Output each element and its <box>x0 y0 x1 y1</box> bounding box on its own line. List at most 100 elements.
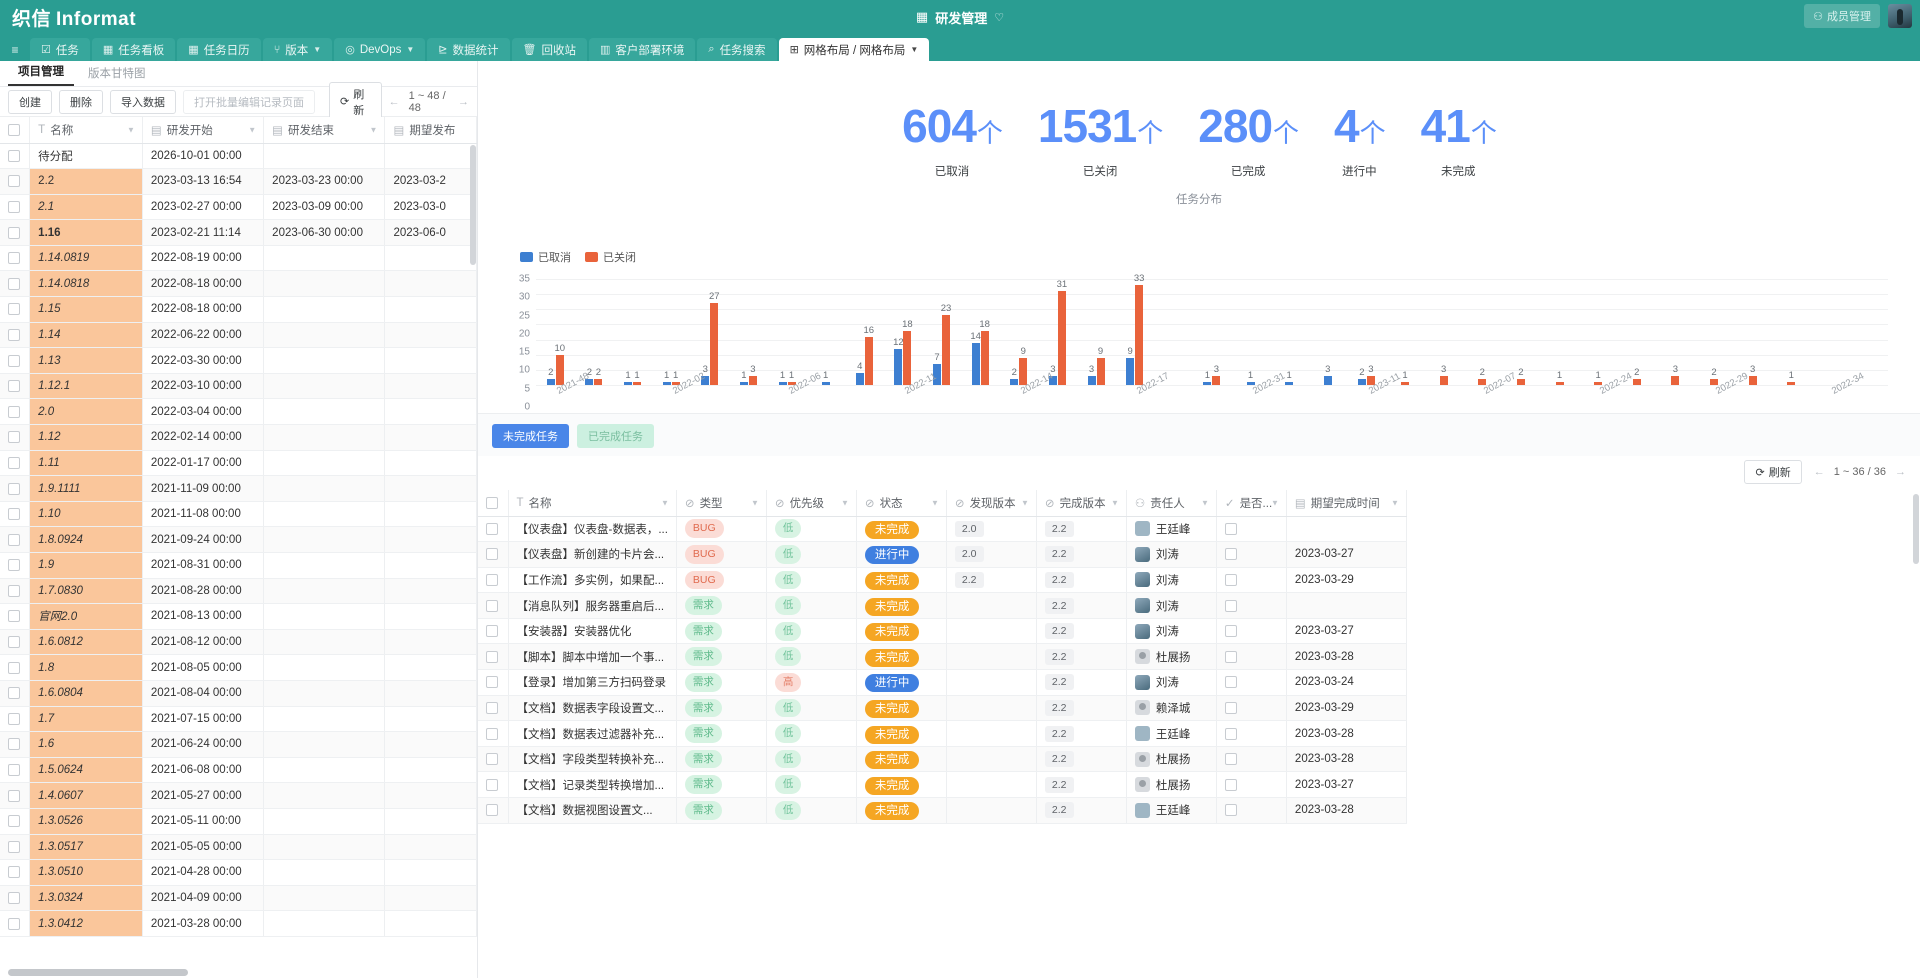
cell-found-version[interactable] <box>946 644 1036 670</box>
bar-group[interactable]: 1 <box>1231 279 1270 385</box>
cell-expected-release[interactable] <box>385 553 477 579</box>
table-row[interactable]: 1.14.08182022-08-18 00:00 <box>0 271 477 297</box>
bar-group[interactable]: 1 <box>1270 279 1309 385</box>
cell-dev-end[interactable] <box>264 860 385 886</box>
cell-due-date[interactable]: 2023-03-27 <box>1286 618 1406 644</box>
flag-checkbox[interactable] <box>1225 651 1237 663</box>
cell-found-version[interactable] <box>946 695 1036 721</box>
bar[interactable]: 10 <box>556 355 564 385</box>
chevron-down-icon[interactable]: ▼ <box>127 125 135 134</box>
cell-dev-end[interactable] <box>264 680 385 706</box>
cell-expected-release[interactable] <box>385 732 477 758</box>
cell-name[interactable]: 官网2.0 <box>30 604 143 630</box>
avatar[interactable] <box>1888 4 1912 28</box>
cell-owner[interactable]: 王廷峰 <box>1126 798 1216 824</box>
row-select-cell[interactable] <box>0 783 30 809</box>
tasks-column-owner[interactable]: ⚇责任人▼ <box>1126 490 1216 516</box>
cell-priority[interactable]: 低 <box>766 516 856 542</box>
cell-status[interactable]: 未完成 <box>856 516 946 542</box>
table-row[interactable]: 【工作流】多实例，如果配...BUG低未完成2.22.2刘涛2023-03-29 <box>478 567 1406 593</box>
cell-due-date[interactable]: 2023-03-29 <box>1286 695 1406 721</box>
chevron-down-icon[interactable]: ▼ <box>931 498 939 507</box>
cell-type[interactable]: 需求 <box>676 772 766 798</box>
delete-button[interactable]: 删除 <box>59 90 103 114</box>
row-checkbox[interactable] <box>8 585 20 597</box>
row-select-cell[interactable] <box>0 757 30 783</box>
cell-due-date[interactable]: 2023-03-24 <box>1286 670 1406 696</box>
cell-dev-start[interactable]: 2022-02-14 00:00 <box>142 425 263 451</box>
cell-dev-start[interactable]: 2022-03-04 00:00 <box>142 399 263 425</box>
cell-status[interactable]: 进行中 <box>856 670 946 696</box>
cell-name[interactable]: 1.9.1111 <box>30 476 143 502</box>
row-checkbox[interactable] <box>486 804 498 816</box>
cell-found-version[interactable]: 2.0 <box>946 542 1036 568</box>
bar-group[interactable] <box>1154 279 1193 385</box>
row-checkbox[interactable] <box>486 574 498 586</box>
bar[interactable]: 3 <box>1671 376 1679 385</box>
cell-found-version[interactable] <box>946 593 1036 619</box>
row-select-cell[interactable] <box>0 373 30 399</box>
cell-dev-start[interactable]: 2021-07-15 00:00 <box>142 706 263 732</box>
row-select-cell[interactable] <box>478 618 508 644</box>
cell-dev-start[interactable]: 2021-11-09 00:00 <box>142 476 263 502</box>
cell-due-date[interactable]: 2023-03-28 <box>1286 746 1406 772</box>
cell-type[interactable]: 需求 <box>676 798 766 824</box>
cell-expected-release[interactable] <box>385 271 477 297</box>
cell-status[interactable]: 未完成 <box>856 644 946 670</box>
row-checkbox[interactable] <box>8 431 20 443</box>
cell-done-version[interactable]: 2.2 <box>1036 746 1126 772</box>
notification-icon[interactable]: ♡ <box>994 11 1004 24</box>
cell-flag[interactable] <box>1216 593 1286 619</box>
cell-flag[interactable] <box>1216 618 1286 644</box>
row-select-cell[interactable] <box>0 322 30 348</box>
chevron-down-icon[interactable]: ▼ <box>370 125 378 134</box>
cell-task-name[interactable]: 【文档】数据表字段设置文... <box>508 695 676 721</box>
table-row[interactable]: 1.3.05102021-04-28 00:00 <box>0 860 477 886</box>
bar-group[interactable]: 13 <box>729 279 768 385</box>
cell-dev-end[interactable] <box>264 757 385 783</box>
cell-dev-start[interactable]: 2022-01-17 00:00 <box>142 450 263 476</box>
bar[interactable]: 18 <box>981 331 989 386</box>
cell-name[interactable]: 待分配 <box>30 143 143 169</box>
cell-expected-release[interactable] <box>385 476 477 502</box>
cell-status[interactable]: 未完成 <box>856 772 946 798</box>
flag-checkbox[interactable] <box>1225 753 1237 765</box>
bar-group[interactable]: 2 <box>1502 279 1541 385</box>
row-select-cell[interactable] <box>478 695 508 721</box>
cell-priority[interactable]: 低 <box>766 593 856 619</box>
cell-expected-release[interactable]: 2023-03-0 <box>385 194 477 220</box>
row-select-cell[interactable] <box>0 732 30 758</box>
row-checkbox[interactable] <box>8 303 20 315</box>
row-select-cell[interactable] <box>478 593 508 619</box>
bar[interactable]: 16 <box>865 337 873 385</box>
tasks-vertical-scrollbar[interactable] <box>1913 494 1919 564</box>
cell-type[interactable]: 需求 <box>676 670 766 696</box>
table-row[interactable]: 【仪表盘】仪表盘-数据表，...BUG低未完成2.02.2王廷峰 <box>478 516 1406 542</box>
table-row[interactable]: 2.02022-03-04 00:00 <box>0 399 477 425</box>
left-table-vertical-scrollbar[interactable] <box>470 145 476 265</box>
cell-expected-release[interactable] <box>385 706 477 732</box>
table-row[interactable]: 1.122022-02-14 00:00 <box>0 425 477 451</box>
cell-dev-start[interactable]: 2022-08-18 00:00 <box>142 271 263 297</box>
row-select-cell[interactable] <box>0 220 30 246</box>
flag-checkbox[interactable] <box>1225 600 1237 612</box>
flag-checkbox[interactable] <box>1225 676 1237 688</box>
row-checkbox[interactable] <box>8 713 20 725</box>
arrow-left-icon[interactable]: ← <box>1814 466 1825 478</box>
row-select-cell[interactable] <box>0 450 30 476</box>
cell-task-name[interactable]: 【仪表盘】仪表盘-数据表，... <box>508 516 676 542</box>
cell-dev-end[interactable]: 2023-03-09 00:00 <box>264 194 385 220</box>
bar-group[interactable] <box>1811 279 1850 385</box>
cell-dev-start[interactable]: 2021-06-08 00:00 <box>142 757 263 783</box>
table-row[interactable]: 1.12.12022-03-10 00:00 <box>0 373 477 399</box>
cell-owner[interactable]: 刘涛 <box>1126 618 1216 644</box>
cell-name[interactable]: 1.11 <box>30 450 143 476</box>
cell-found-version[interactable]: 2.0 <box>946 516 1036 542</box>
bar-group[interactable]: 39 <box>1077 279 1116 385</box>
row-checkbox[interactable] <box>486 676 498 688</box>
menu-icon[interactable]: ≡ <box>2 38 28 61</box>
legend-item[interactable]: 已关闭 <box>585 249 636 265</box>
subtab-project-management[interactable]: 项目管理 <box>8 60 74 86</box>
table-row[interactable]: 1.14.08192022-08-19 00:00 <box>0 245 477 271</box>
cell-expected-release[interactable] <box>385 348 477 374</box>
